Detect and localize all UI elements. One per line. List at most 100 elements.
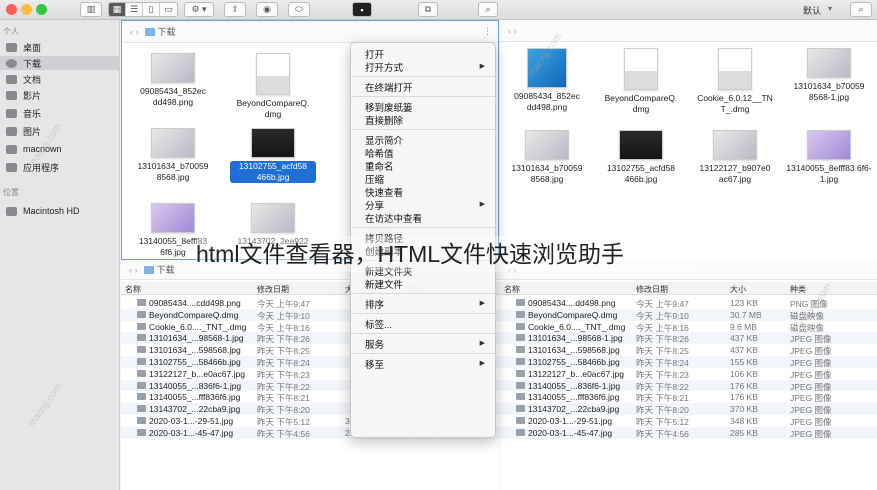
airdrop-icon: ◉	[263, 4, 271, 14]
file-thumbnail	[525, 130, 569, 160]
chevron-down-icon[interactable]: ▾	[828, 4, 832, 13]
file-name: 13122127_b...e0ac67.jpg	[528, 368, 624, 379]
menu-item-3[interactable]: 在终端打开	[365, 80, 413, 94]
menu-item-10[interactable]: 重命名	[365, 159, 394, 173]
zoom-window-button[interactable]	[36, 4, 47, 15]
search-button[interactable]: ⌕	[850, 2, 872, 17]
folder-icon	[143, 265, 154, 274]
file-name: 13101634_b70059 8568-1.jpg	[793, 81, 865, 102]
file-size: 155 KB	[730, 357, 758, 367]
sidebar-item-macintosh-hd[interactable]: Macintosh HD	[0, 204, 120, 218]
list-row[interactable]: 2020-03-1...-29-51.jpg昨天 下午5:12348 KBJPE…	[500, 415, 877, 427]
view-mode-selector[interactable]: ▦ ☰ ▯ ▭	[108, 2, 178, 17]
more-icon[interactable]: ⋮	[483, 26, 492, 37]
file-type-icon	[137, 346, 146, 354]
back-forward-icon[interactable]: ‹ ›	[129, 265, 138, 275]
sidebar: 个人 桌面 下载 文档 影片 音乐 图片 macnown 应用程序 位置 Macintosh …	[0, 20, 120, 490]
menu-item-8[interactable]: 显示简介	[365, 133, 403, 147]
list-row[interactable]: Cookie_6.0...._TNT_.dmg 今天 上午8:16 9.6 MB 磁盘…	[500, 321, 877, 333]
file-name: 09085434_852ec dd498.png	[140, 86, 206, 107]
sidebar-item-6[interactable]: macnown	[0, 142, 120, 156]
share-button[interactable]: ⇪	[224, 2, 246, 17]
menu-item-11[interactable]: 压缩	[365, 172, 384, 186]
default-view-label[interactable]: 默认	[803, 4, 821, 17]
tag-button[interactable]: ⬭	[288, 2, 310, 17]
list-row[interactable]: BeyondCompareQ.dmg 今天 上午9:10 30.7 MB 磁盘映像	[500, 308, 877, 321]
right-icon-pane[interactable]: ‹ › 09085434_852ec dd498.png BeyondCompar…	[500, 20, 877, 260]
sidebar-toggle-button[interactable]: ▥	[80, 2, 102, 17]
file-size: 285 KB	[730, 427, 758, 438]
file-modified: 昨天 下午4:56	[636, 428, 689, 439]
file-icon-item[interactable]: 13140055_8efff83 6f6-1.jpg	[786, 130, 872, 185]
toolbar-search-button[interactable]: ⌕	[478, 2, 498, 17]
airdrop-button[interactable]: ◉	[256, 2, 278, 17]
file-type-icon	[516, 381, 525, 389]
menu-item-12[interactable]: 快速查看	[365, 185, 403, 199]
file-size: 176 KB	[730, 392, 758, 403]
menu-item-6[interactable]: 直接删除	[365, 113, 403, 127]
list-row[interactable]: 13140055_...836f6-1.jpg 昨天 下午8:22 176 KB JP…	[500, 379, 877, 392]
file-thumbnail	[807, 48, 851, 78]
list-row[interactable]: 2020-03-1...-45-47.jpg 昨天 下午4:56 285 KB JPE…	[500, 426, 877, 439]
column-modified[interactable]: 修改日期	[257, 284, 289, 295]
menu-item-28[interactable]: 移至	[365, 357, 384, 371]
menu-item-1[interactable]: 打开方式	[365, 60, 403, 74]
minimize-window-button[interactable]	[21, 4, 32, 15]
column-view-icon[interactable]: ▯	[143, 3, 160, 16]
list-row[interactable]: 13101634_...598568.jpg 昨天 下午8:25 437 KB JPE…	[500, 344, 877, 356]
file-name: 13140055_...fff836f6.jpg	[149, 392, 241, 403]
sidebar-item-4[interactable]: 音乐	[0, 106, 120, 120]
file-icon-item[interactable]: BeyondCompareQ. dmg	[598, 48, 684, 115]
list-row[interactable]: 13140055_...fff836f6.jpg 昨天 下午8:21 176 KB J…	[500, 391, 877, 403]
terminal-button[interactable]: ▪	[352, 2, 372, 17]
file-thumbnail	[807, 130, 851, 160]
file-icon-item[interactable]: 09085434_852ec dd498.png	[130, 53, 216, 108]
file-icon-item[interactable]: 13101634_b70059 8568-1.jpg	[786, 48, 872, 103]
menu-item-20[interactable]: 新建文件	[365, 277, 403, 291]
menu-item-9[interactable]: 哈希值	[365, 146, 394, 160]
file-type-icon	[516, 358, 525, 365]
column-name[interactable]: 名称	[125, 284, 141, 295]
list-row[interactable]: 13143702_...22cba9.jpg 昨天 下午8:20 370 KB JPE…	[500, 403, 877, 415]
close-window-button[interactable]	[6, 4, 17, 15]
back-forward-icon[interactable]: ‹ ›	[130, 27, 139, 37]
menu-item-5[interactable]: 移到废纸篓	[365, 100, 413, 114]
file-icon-item[interactable]: 13102755_acfd58 466b.jpg	[230, 128, 316, 183]
sidebar-item-2[interactable]: 文档	[0, 72, 120, 86]
list-row[interactable]: 13122127_b...e0ac67.jpg 昨天 下午8:23 106 KB JP…	[500, 368, 877, 380]
action-menu-button[interactable]: ⚙ ▾	[184, 2, 214, 17]
file-icon-item[interactable]: 13101634_b70059 8568.jpg	[130, 128, 216, 183]
file-icon-item[interactable]: 13101634_b70059 8568.jpg	[504, 130, 590, 185]
sidebar-item-7[interactable]: 应用程序	[0, 160, 120, 174]
menu-item-22[interactable]: 排序	[365, 297, 384, 311]
file-thumbnail	[713, 130, 757, 160]
disk-icon	[6, 206, 17, 216]
back-forward-icon[interactable]: ‹ ›	[508, 26, 517, 36]
list-row[interactable]: 13101634_...98568-1.jpg 昨天 下午8:26 437 KB JP…	[500, 332, 877, 344]
file-icon-item[interactable]: 13102755_acfd58 466b.jpg	[598, 130, 684, 185]
sidebar-item-3[interactable]: 影片	[0, 88, 120, 102]
menu-item-14[interactable]: 在访达中查看	[365, 211, 422, 225]
gallery-view-icon[interactable]: ▭	[160, 3, 177, 16]
submenu-arrow-icon: ▶	[479, 360, 485, 367]
menu-item-26[interactable]: 服务	[365, 337, 384, 351]
file-icon-item[interactable]: 13122127_b907e0 ac67.jpg	[692, 130, 778, 185]
column-modified[interactable]: 修改日期	[636, 284, 668, 295]
menu-item-0[interactable]: 打开	[365, 47, 384, 61]
menu-item-13[interactable]: 分享	[365, 198, 384, 212]
file-icon-item[interactable]: BeyondCompareQ. dmg	[230, 53, 316, 120]
menu-item-24[interactable]: 标签...	[365, 317, 392, 331]
column-size[interactable]: 大小	[730, 284, 746, 295]
file-icon-item[interactable]: Cookie_6.0.12__TN T_.dmg	[692, 48, 778, 115]
icon-view-icon[interactable]: ▦	[109, 3, 126, 16]
sidebar-item-0[interactable]: 桌面	[0, 40, 120, 54]
path-label[interactable]: 下载	[157, 263, 175, 276]
column-name[interactable]: 名称	[504, 284, 520, 295]
copy-path-button[interactable]: ⧉	[418, 2, 438, 17]
list-row[interactable]: 13102755_...58466b.jpg 昨天 下午8:24 155 KB JPE…	[500, 356, 877, 368]
sidebar-item-1[interactable]: 下载	[0, 56, 120, 70]
path-label[interactable]: 下载	[158, 25, 176, 38]
column-kind[interactable]: 种类	[790, 284, 806, 295]
list-view-icon[interactable]: ☰	[126, 3, 143, 16]
file-thumbnail	[151, 203, 195, 233]
